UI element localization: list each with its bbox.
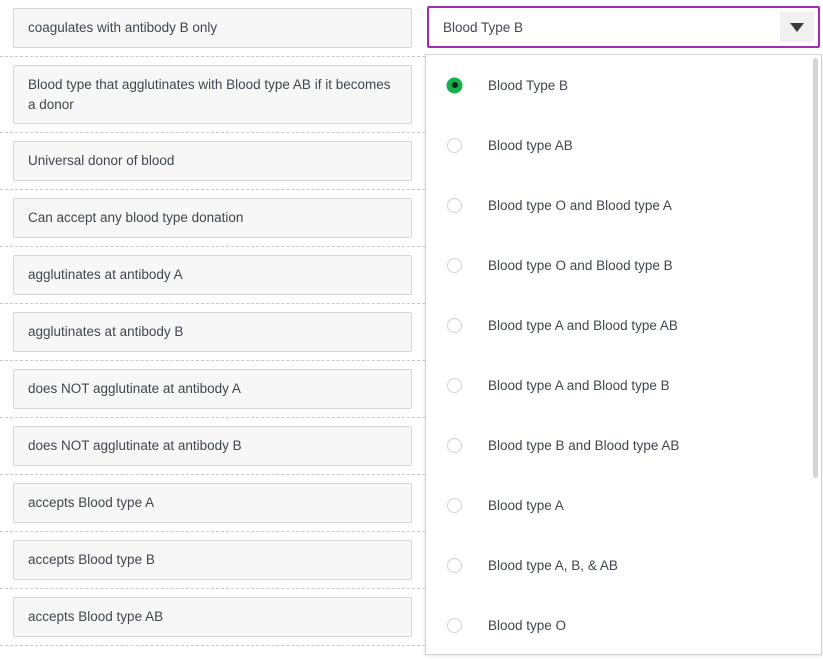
answer-option-label: Blood type A, B, & AB — [488, 557, 618, 573]
answer-option[interactable]: Blood type AB — [426, 115, 821, 175]
menu-scrollbar-thumb[interactable] — [813, 58, 818, 478]
radio-unselected-icon[interactable] — [447, 497, 462, 513]
answer-option[interactable]: Blood type A and Blood type B — [426, 355, 821, 415]
menu-scrollbar[interactable] — [811, 56, 820, 653]
radio-unselected-icon[interactable] — [447, 437, 462, 453]
term-item-label: agglutinates at antibody B — [28, 324, 184, 340]
radio-unselected-icon[interactable] — [447, 137, 462, 153]
answer-option[interactable]: Blood type A, B, & AB — [426, 535, 821, 595]
answer-option[interactable]: Blood type B and Blood type AB — [426, 415, 821, 475]
term-item[interactable]: does NOT agglutinate at antibody A — [13, 369, 412, 410]
term-row: does NOT agglutinate at antibody A — [0, 369, 425, 419]
term-item[interactable]: does NOT agglutinate at antibody B — [13, 426, 412, 467]
term-row: does NOT agglutinate at antibody B — [0, 426, 425, 476]
answer-option-list: Blood Type B Blood type AB Blood type O an… — [426, 55, 821, 654]
term-row: accepts Blood type B — [0, 540, 425, 590]
term-item-label: agglutinates at antibody A — [28, 267, 183, 283]
term-item[interactable]: coagulates with antibody B only — [13, 8, 412, 48]
term-item-label: coagulates with antibody B only — [28, 20, 218, 36]
answer-option[interactable]: Blood type A and Blood type AB — [426, 295, 821, 355]
answer-option[interactable]: Blood type O — [426, 595, 821, 654]
term-item[interactable]: Blood type that agglutinates with Blood … — [13, 65, 412, 125]
answer-option-label: Blood type O and Blood type B — [488, 257, 673, 273]
answer-select-control[interactable]: Blood Type B — [427, 6, 820, 48]
term-row: Universal donor of blood — [0, 141, 425, 191]
term-item[interactable]: accepts Blood type A — [13, 483, 412, 524]
answer-select-container: Blood Type B Blood Type B Blood type AB Bl… — [425, 0, 823, 660]
term-row: agglutinates at antibody B — [0, 312, 425, 362]
answer-option-label: Blood type AB — [488, 137, 573, 153]
answer-option-label: Blood type O — [488, 617, 567, 633]
term-item[interactable]: Universal donor of blood — [13, 141, 412, 182]
answer-option-label: Blood Type B — [488, 77, 569, 93]
term-row: accepts Blood type A — [0, 483, 425, 533]
term-item[interactable]: Can accept any blood type donation — [13, 198, 412, 239]
term-item-label: accepts Blood type A — [28, 495, 155, 511]
answer-option-label: Blood type A and Blood type AB — [488, 317, 678, 333]
answer-option-label: Blood type A — [488, 497, 564, 513]
radio-unselected-icon[interactable] — [447, 377, 462, 393]
answer-option-label: Blood type B and Blood type AB — [488, 437, 680, 453]
term-row: Blood type that agglutinates with Blood … — [0, 65, 425, 134]
term-item-label: Blood type that agglutinates with Blood … — [28, 77, 391, 112]
term-row: Can accept any blood type donation — [0, 198, 425, 248]
answer-option[interactable]: Blood type O and Blood type A — [426, 175, 821, 235]
radio-unselected-icon[interactable] — [447, 557, 462, 573]
term-list: coagulates with antibody B only Blood typ… — [0, 0, 425, 660]
term-item-label: Can accept any blood type donation — [28, 210, 244, 226]
term-item-label: Universal donor of blood — [28, 153, 175, 169]
caret-glyph — [790, 22, 804, 32]
term-item-label: accepts Blood type B — [28, 552, 155, 568]
chevron-down-icon[interactable] — [780, 12, 814, 42]
radio-unselected-icon[interactable] — [447, 257, 462, 273]
term-item[interactable]: agglutinates at antibody B — [13, 312, 412, 353]
answer-option[interactable]: Blood Type B — [426, 55, 821, 115]
answer-option[interactable]: Blood type O and Blood type B — [426, 235, 821, 295]
term-item-label: does NOT agglutinate at antibody A — [28, 381, 241, 397]
term-item[interactable]: accepts Blood type B — [13, 540, 412, 581]
term-row: coagulates with antibody B only — [0, 8, 425, 57]
term-row: agglutinates at antibody A — [0, 255, 425, 305]
answer-option-label: Blood type A and Blood type B — [488, 377, 670, 393]
answer-select-value: Blood Type B — [443, 19, 524, 35]
term-item[interactable]: accepts Blood type AB — [13, 597, 412, 638]
term-item-label: does NOT agglutinate at antibody B — [28, 438, 242, 454]
answer-select-menu: Blood Type B Blood type AB Blood type O an… — [425, 54, 822, 655]
radio-unselected-icon[interactable] — [447, 617, 462, 633]
term-item-label: accepts Blood type AB — [28, 609, 164, 625]
radio-unselected-icon[interactable] — [447, 317, 462, 333]
answer-option[interactable]: Blood type A — [426, 475, 821, 535]
term-item[interactable]: agglutinates at antibody A — [13, 255, 412, 296]
term-row: accepts Blood type AB — [0, 597, 425, 647]
radio-unselected-icon[interactable] — [447, 197, 462, 213]
answer-option-label: Blood type O and Blood type A — [488, 197, 672, 213]
radio-selected-icon[interactable] — [447, 77, 462, 93]
